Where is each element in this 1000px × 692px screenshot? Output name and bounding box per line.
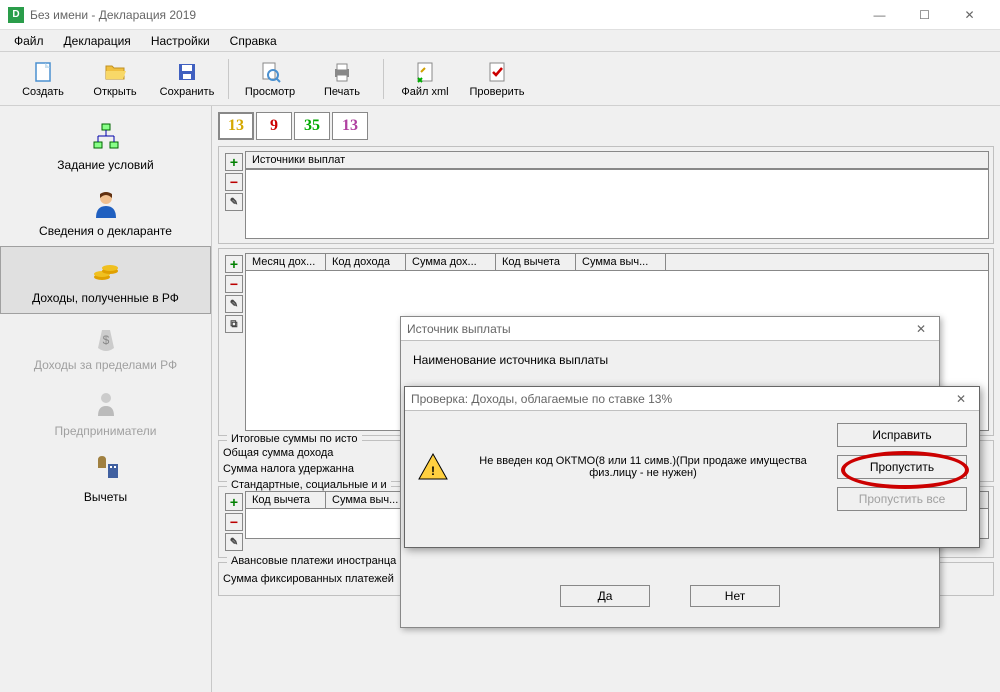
minimize-button[interactable]: — [857,1,902,29]
toolbar-separator [228,59,229,99]
total-income-label: Общая сумма дохода [223,447,423,459]
validation-dialog: Проверка: Доходы, облагаемые по ставке 1… [404,386,980,548]
sidebar-item-income-abroad[interactable]: $ Доходы за пределами РФ [0,314,211,380]
skip-button[interactable]: Пропустить [837,455,967,479]
toolbar-xml[interactable]: Файл xml [390,55,460,103]
sources-list[interactable] [245,169,989,239]
tax-withheld-label: Сумма налога удержанна [223,463,423,475]
sidebar-item-deductions[interactable]: Вычеты [0,446,211,512]
fix-button[interactable]: Исправить [837,423,967,447]
titlebar: D Без имени - Декларация 2019 — ☐ ✕ [0,0,1000,30]
menubar: Файл Декларация Настройки Справка [0,30,1000,52]
col-sum[interactable]: Сумма дох... [406,254,496,270]
warning-icon: ! [417,451,449,483]
add-income-button[interactable]: + [225,255,243,273]
dialog2-close[interactable]: ✕ [949,392,973,406]
menu-file[interactable]: Файл [6,32,52,50]
toolbar-preview[interactable]: Просмотр [235,55,305,103]
app-icon: D [8,7,24,23]
toolbar: Создать Открыть Сохранить Просмотр Печат… [0,52,1000,106]
new-file-icon [31,60,55,84]
edit-income-button[interactable]: ✎ [225,295,243,313]
deductions-icon [90,454,122,486]
maximize-button[interactable]: ☐ [902,1,947,29]
edit-source-button[interactable]: ✎ [225,193,243,211]
dialog1-yes-button[interactable]: Да [560,585,650,607]
xml-file-icon [413,60,437,84]
save-icon [175,60,199,84]
toolbar-save[interactable]: Сохранить [152,55,222,103]
folder-open-icon [103,60,127,84]
toolbar-open[interactable]: Открыть [80,55,150,103]
col-code[interactable]: Код дохода [326,254,406,270]
sidebar-item-conditions[interactable]: Задание условий [0,114,211,180]
check-icon [485,60,509,84]
toolbar-print[interactable]: Печать [307,55,377,103]
rate-tab-9[interactable]: 9 [256,112,292,140]
print-icon [330,60,354,84]
remove-income-button[interactable]: − [225,275,243,293]
menu-settings[interactable]: Настройки [143,32,218,50]
remove-deduction-button[interactable]: − [225,513,243,531]
coins-icon [90,255,122,287]
sources-fieldset: + − ✎ Источники выплат [218,146,994,244]
col-deduct-sum[interactable]: Сумма выч... [576,254,666,270]
toolbar-create[interactable]: Создать [8,55,78,103]
col-deduct-code2[interactable]: Код вычета [246,492,326,508]
sidebar-item-business[interactable]: Предприниматели [0,380,211,446]
svg-text:$: $ [102,333,109,347]
copy-income-button[interactable]: ⧉ [225,315,243,333]
rate-tab-35[interactable]: 35 [294,112,330,140]
dialog1-no-button[interactable]: Нет [690,585,780,607]
source-name-label: Наименование источника выплаты [413,353,927,367]
window-title: Без имени - Декларация 2019 [30,8,857,22]
sources-header: Источники выплат [245,151,989,169]
business-icon [90,388,122,420]
close-button[interactable]: ✕ [947,1,992,29]
add-source-button[interactable]: + [225,153,243,171]
edit-deduction-button[interactable]: ✎ [225,533,243,551]
person-icon [90,188,122,220]
menu-help[interactable]: Справка [222,32,285,50]
income-table-headers: Месяц дох... Код дохода Сумма дох... Код… [245,253,989,271]
sidebar-item-income-rf[interactable]: Доходы, полученные в РФ [0,246,211,314]
svg-text:!: ! [431,464,435,478]
menu-declaration[interactable]: Декларация [56,32,139,50]
dialog1-title: Источник выплаты [407,322,511,336]
remove-source-button[interactable]: − [225,173,243,191]
col-month[interactable]: Месяц дох... [246,254,326,270]
dialog2-title: Проверка: Доходы, облагаемые по ставке 1… [411,392,672,406]
dialog1-close[interactable]: ✕ [909,322,933,336]
conditions-icon [90,122,122,154]
col-deduct-code[interactable]: Код вычета [496,254,576,270]
validation-message: Не введен код ОКТМО(8 или 11 симв.)(При … [461,455,825,479]
toolbar-check[interactable]: Проверить [462,55,532,103]
rate-tab-13[interactable]: 13 [218,112,254,140]
toolbar-separator [383,59,384,99]
sidebar: Задание условий Сведения о декларанте До… [0,106,212,692]
sidebar-item-declarant[interactable]: Сведения о декларанте [0,180,211,246]
moneybag-icon: $ [90,322,122,354]
skip-all-button[interactable]: Пропустить все [837,487,967,511]
preview-icon [258,60,282,84]
tax-rate-tabs: 13 9 35 13 [216,110,996,142]
add-deduction-button[interactable]: + [225,493,243,511]
rate-tab-13b[interactable]: 13 [332,112,368,140]
